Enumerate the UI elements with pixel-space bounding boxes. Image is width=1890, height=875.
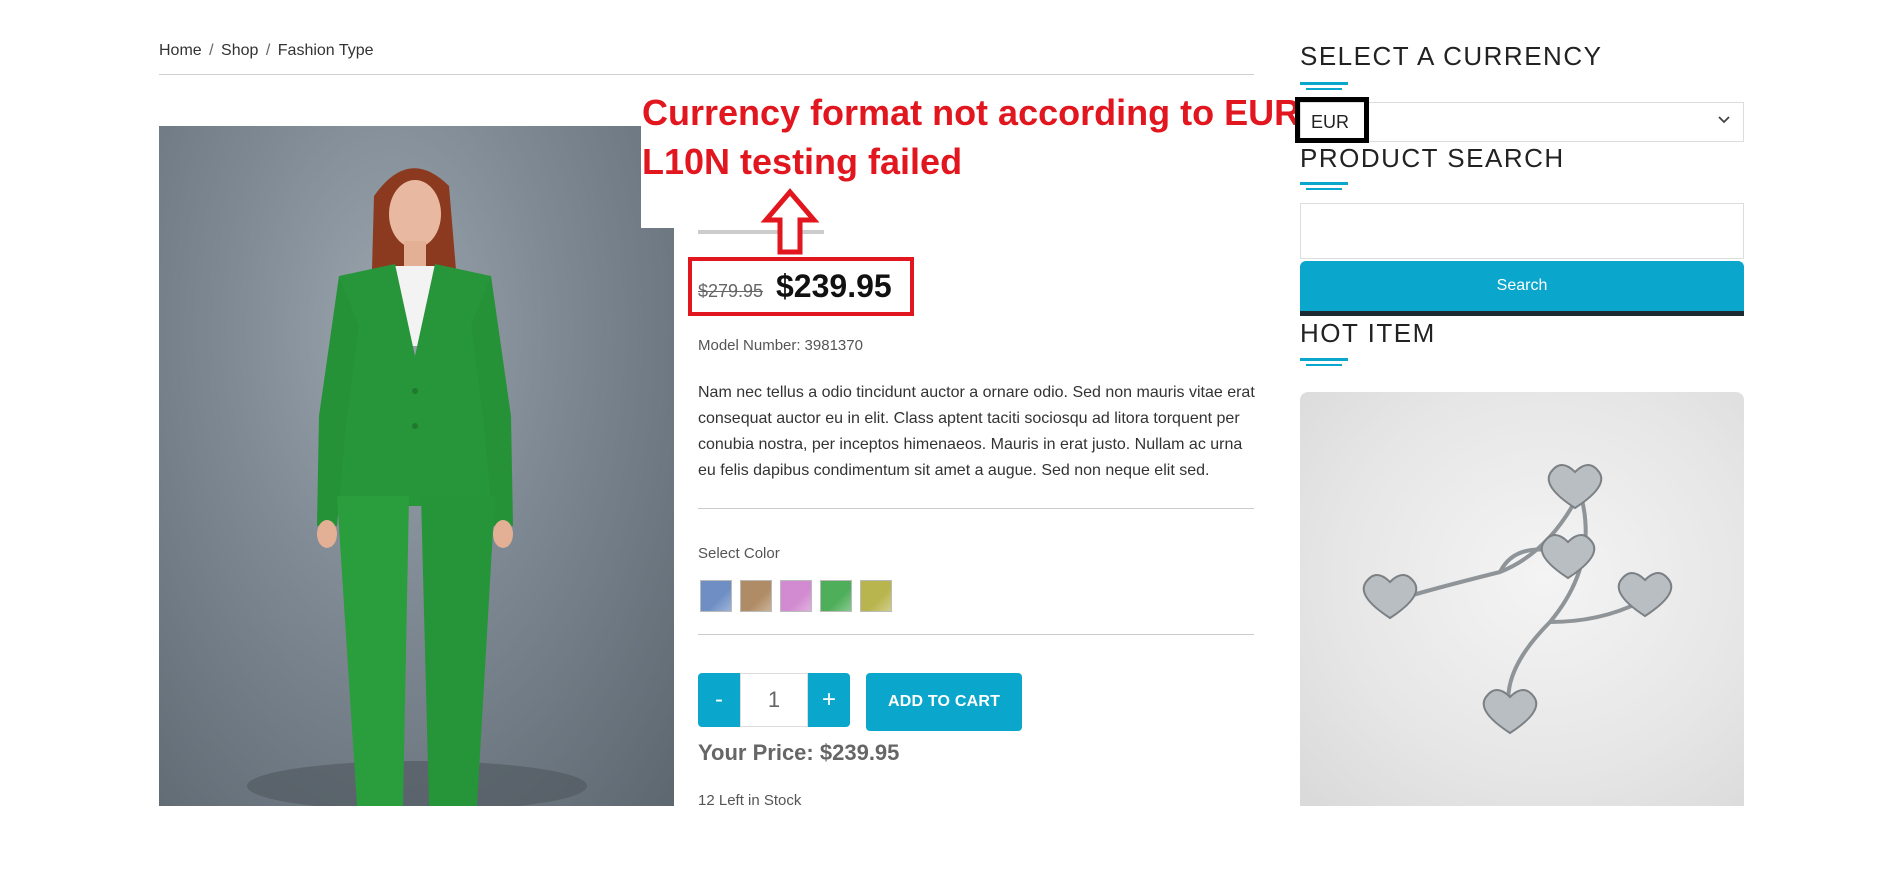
annotation-text: Currency format not according to EUR L10… [642, 88, 1300, 186]
hot-item-heading: HOT ITEM [1300, 318, 1436, 348]
quantity-input[interactable] [740, 673, 808, 727]
hot-item-image[interactable] [1300, 392, 1744, 806]
quantity-decrease-button[interactable]: - [698, 673, 740, 727]
heading-underline [1306, 188, 1342, 190]
color-swatch[interactable] [820, 580, 852, 612]
divider [698, 508, 1254, 509]
search-input[interactable] [1300, 203, 1744, 259]
your-price-label: Your Price: [698, 740, 814, 765]
model-value: 3981370 [804, 337, 863, 354]
breadcrumb-home[interactable]: Home [159, 42, 202, 59]
select-color-label: Select Color [698, 545, 780, 562]
search-button[interactable]: Search [1300, 261, 1744, 316]
breadcrumb-current: Fashion Type [277, 42, 374, 59]
color-swatch[interactable] [740, 580, 772, 612]
product-description: Nam nec tellus a odio tincidunt auctor a… [698, 384, 1255, 479]
heading-underline [1300, 182, 1348, 185]
heading-underline [1300, 82, 1348, 85]
annotation-line-1: Currency format not according to EUR [642, 92, 1301, 133]
breadcrumb-separator: / [265, 42, 271, 59]
heading-underline [1300, 358, 1348, 361]
breadcrumb-shop[interactable]: Shop [221, 42, 258, 59]
your-price: Your Price: $239.95 [698, 740, 899, 766]
quantity-increase-button[interactable]: + [808, 673, 850, 727]
product-search-heading: PRODUCT SEARCH [1300, 143, 1565, 173]
currency-heading: SELECT A CURRENCY [1300, 41, 1603, 71]
price-highlight-box [688, 257, 914, 316]
divider [698, 634, 1254, 635]
currency-highlight-box [1295, 97, 1369, 143]
product-image[interactable] [159, 126, 674, 806]
product-photo-illustration [247, 168, 587, 806]
annotation-line-2: L10N testing failed [642, 141, 963, 182]
model-number: Model Number: 3981370 [698, 337, 863, 354]
breadcrumb-separator: / [209, 42, 214, 59]
model-label: Model Number: [698, 337, 801, 354]
color-swatch[interactable] [780, 580, 812, 612]
stock-status: 12 Left in Stock [698, 792, 802, 809]
your-price-value: $239.95 [819, 740, 900, 765]
color-swatch[interactable] [700, 580, 732, 612]
heading-underline [1306, 364, 1342, 366]
add-to-cart-button[interactable]: ADD TO CART [866, 673, 1022, 731]
color-swatch[interactable] [860, 580, 892, 612]
chevron-down-icon[interactable] [1716, 112, 1732, 128]
heading-underline [1306, 88, 1342, 90]
color-swatches [700, 580, 892, 612]
bracelet-illustration [1362, 464, 1673, 735]
arrow-up-icon [760, 188, 820, 255]
breadcrumb: Home / Shop / Fashion Type [159, 42, 374, 60]
breadcrumb-divider [159, 74, 1254, 75]
